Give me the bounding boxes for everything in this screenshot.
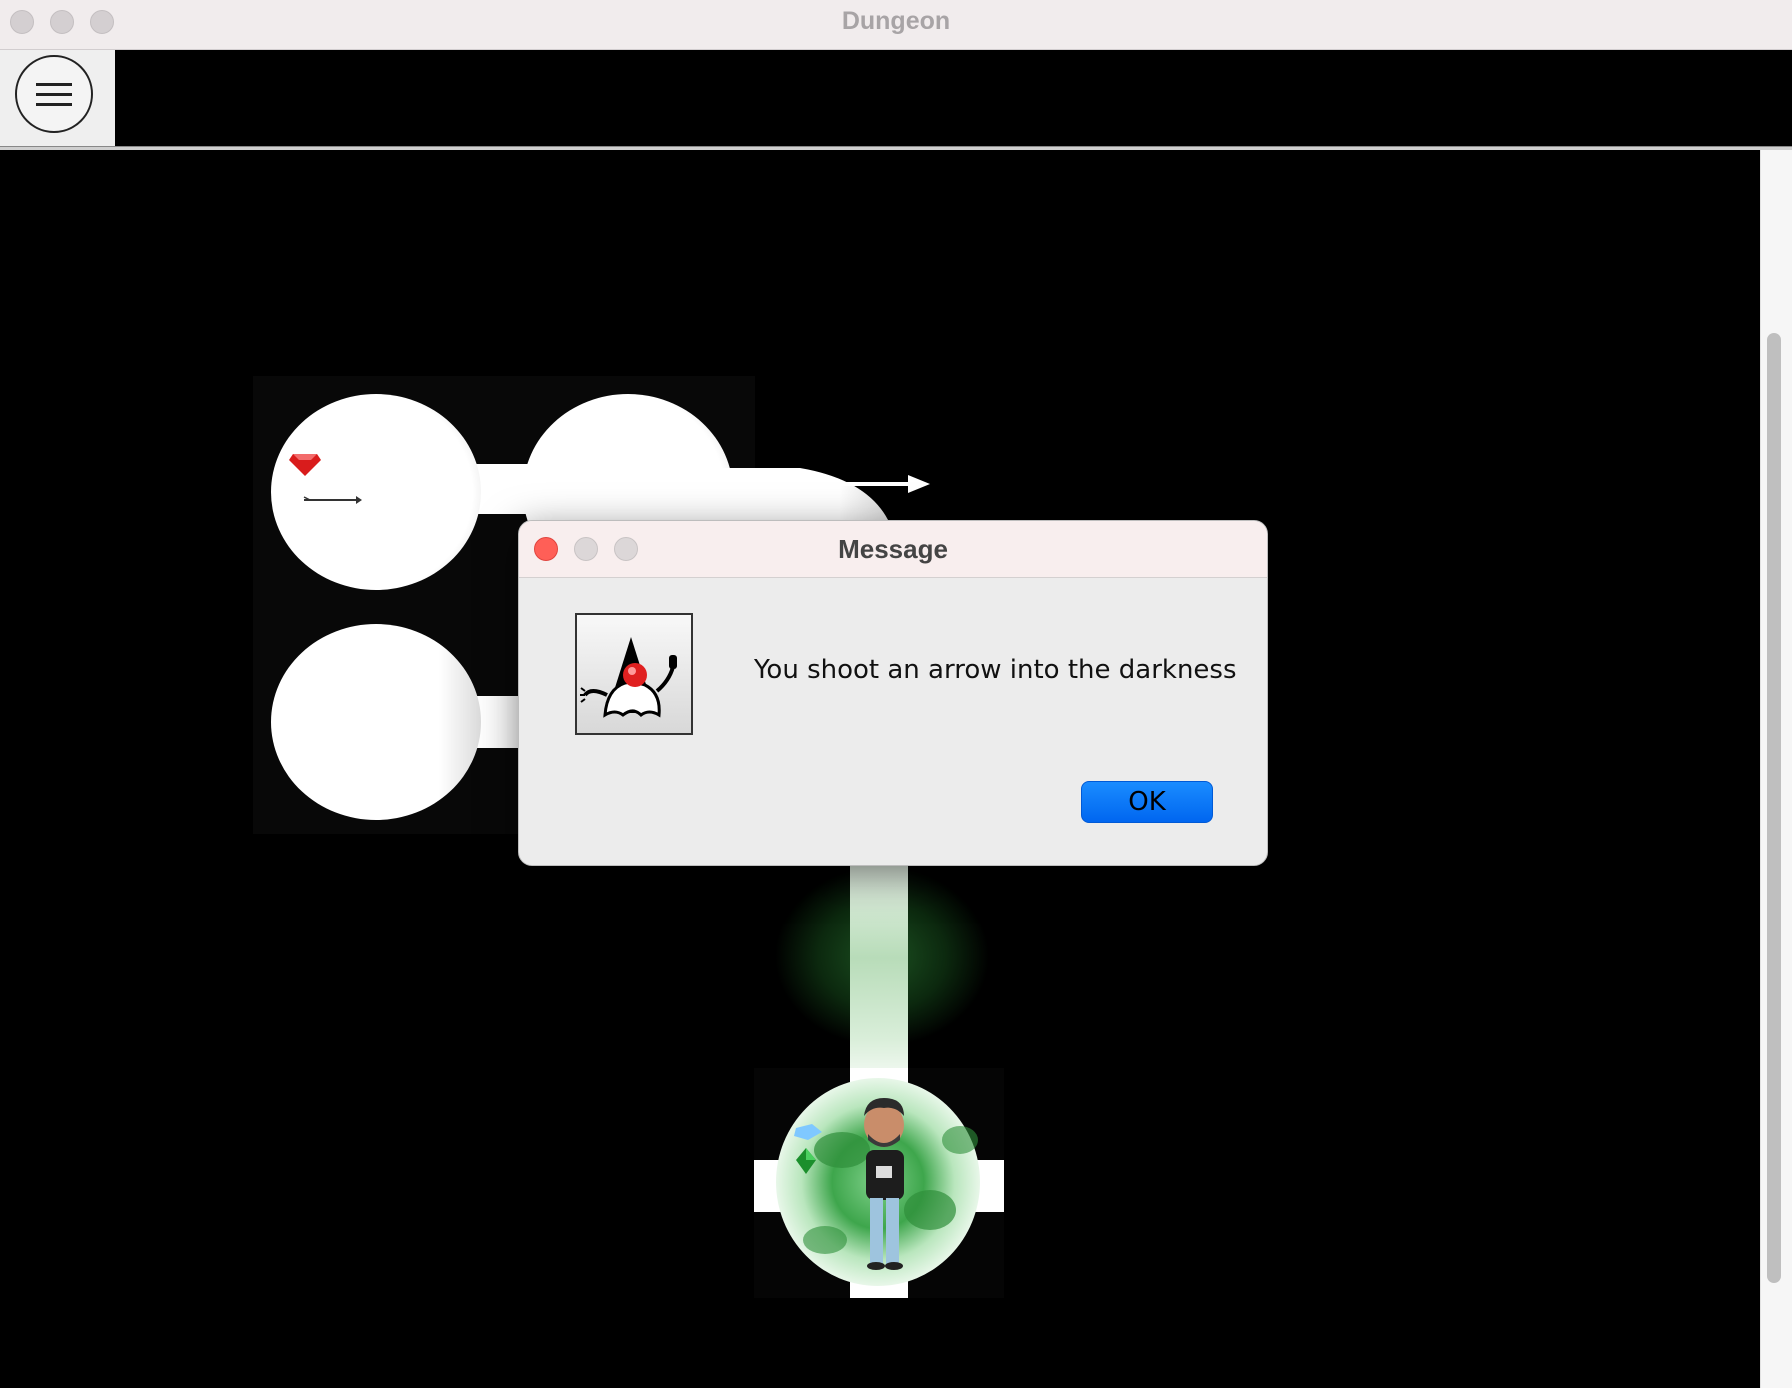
- ok-button[interactable]: OK: [1081, 781, 1213, 823]
- dialog-title: Message: [838, 534, 948, 564]
- menu-panel: [0, 50, 115, 146]
- window-titlebar: Dungeon: [0, 0, 1792, 50]
- message-dialog: Message You shoot an arrow into the dark…: [518, 520, 1268, 866]
- corridor-south: [775, 866, 989, 1096]
- room-current[interactable]: [754, 1068, 1004, 1298]
- toolbar: [0, 50, 1792, 150]
- menu-button[interactable]: [15, 55, 93, 133]
- dialog-titlebar: Message: [519, 521, 1267, 578]
- scrollbar-thumb[interactable]: [1767, 333, 1781, 1283]
- java-duke-icon: [575, 613, 693, 735]
- hamburger-icon: [36, 83, 72, 106]
- dialog-message: You shoot an arrow into the darkness: [754, 655, 1237, 685]
- window-title: Dungeon: [841, 7, 951, 35]
- dungeon-window: Dungeon Message You shoot an arrow into …: [0, 0, 1792, 1388]
